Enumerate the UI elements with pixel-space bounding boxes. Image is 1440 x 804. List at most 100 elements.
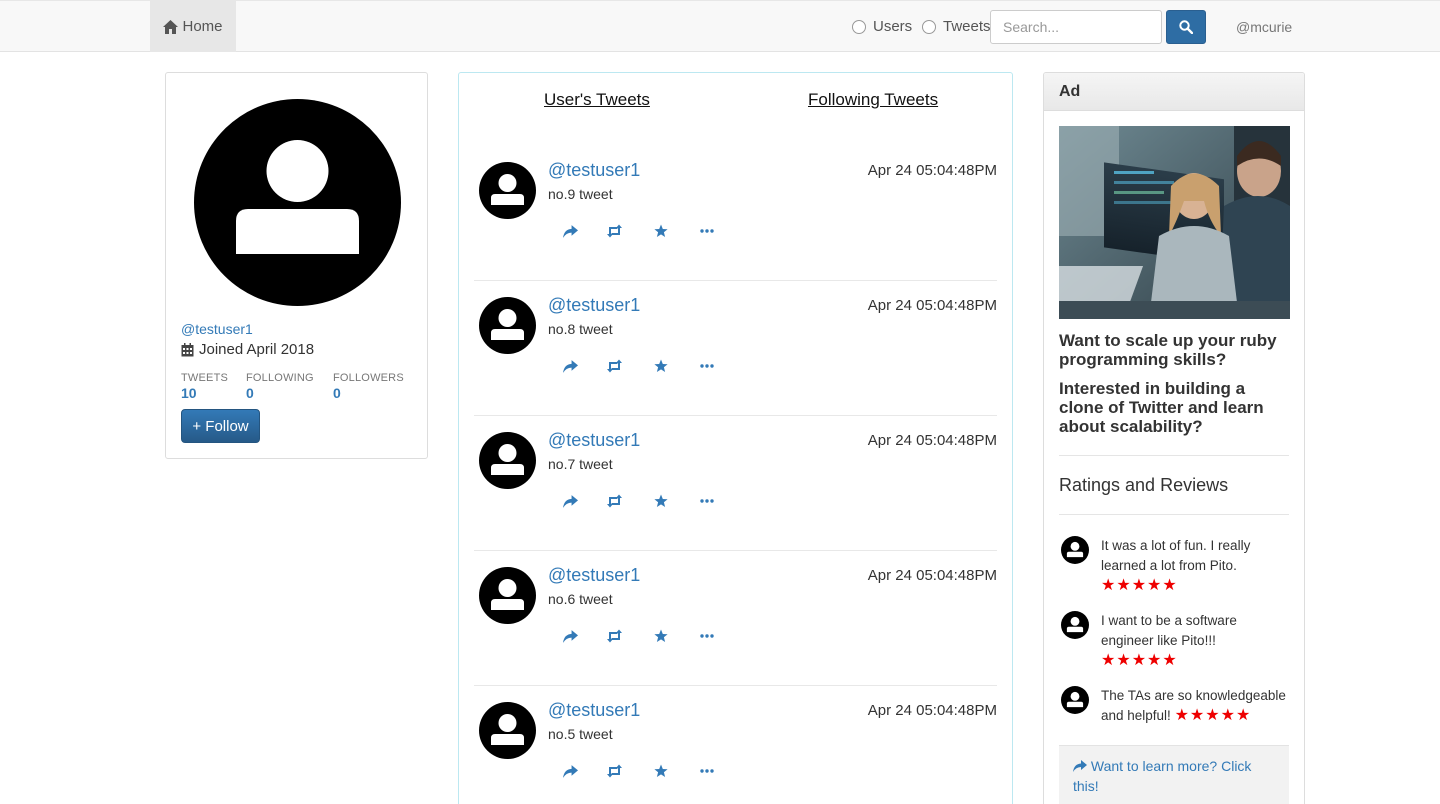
tweet-text: no.9 tweet: [548, 186, 613, 202]
tweet-timestamp: Apr 24 05:04:48PM: [867, 567, 997, 584]
star-icon: ★: [1116, 652, 1132, 669]
tweet-text: no.7 tweet: [548, 456, 613, 472]
tweet-username[interactable]: @testuser1: [548, 430, 640, 451]
retweet-button[interactable]: [605, 492, 623, 510]
tweet-item: @testuser1 Apr 24 05:04:48PM no.7 tweet: [474, 416, 997, 551]
more-button[interactable]: [698, 357, 716, 375]
tweet-username[interactable]: @testuser1: [548, 700, 640, 721]
retweet-button[interactable]: [605, 627, 623, 645]
more-button[interactable]: [698, 222, 716, 240]
learn-more-text: Want to learn more? Click this!: [1073, 758, 1252, 794]
nav-home-label: Home: [182, 18, 223, 35]
tweet-avatar[interactable]: [479, 702, 536, 759]
nav-home-link[interactable]: Home: [150, 1, 236, 52]
retweet-icon: [606, 494, 622, 508]
retweet-button[interactable]: [605, 762, 623, 780]
ad-image[interactable]: [1059, 126, 1290, 319]
tweet-username[interactable]: @testuser1: [548, 295, 640, 316]
stat-followers[interactable]: FOLLOWERS 0: [333, 372, 404, 401]
reply-button[interactable]: [561, 222, 579, 240]
follow-button[interactable]: + Follow: [181, 409, 260, 443]
profile-avatar: [194, 99, 401, 306]
star-icon: ★: [1162, 577, 1178, 594]
retweet-button[interactable]: [605, 222, 623, 240]
tweet-timestamp: Apr 24 05:04:48PM: [867, 297, 997, 314]
reply-button[interactable]: [561, 627, 579, 645]
tweet-timestamp: Apr 24 05:04:48PM: [867, 162, 997, 179]
tab-users-tweets[interactable]: User's Tweets: [544, 90, 650, 110]
ad-divider: [1059, 514, 1289, 515]
star-icon: ★: [1205, 707, 1221, 724]
reply-icon: [562, 224, 578, 238]
star-icon: ★: [1131, 652, 1148, 669]
calendar-icon: [181, 342, 194, 356]
ad-headline-2: Interested in building a clone of Twitte…: [1059, 379, 1264, 436]
nav-username[interactable]: @mcurie: [1236, 1, 1292, 52]
star-icon: ★: [1147, 652, 1163, 669]
ad-divider: [1059, 455, 1289, 456]
tab-following-tweets[interactable]: Following Tweets: [808, 90, 938, 110]
star-button[interactable]: [652, 357, 670, 375]
more-button[interactable]: [698, 762, 716, 780]
tweet-avatar[interactable]: [479, 162, 536, 219]
radio-users[interactable]: Users: [852, 1, 912, 52]
tweet-timestamp: Apr 24 05:04:48PM: [867, 702, 997, 719]
user-icon: [1066, 541, 1084, 558]
retweet-icon: [606, 764, 622, 778]
search-icon: [1179, 20, 1193, 34]
search-input[interactable]: [990, 10, 1162, 44]
stat-tweets[interactable]: TWEETS 10: [181, 372, 228, 401]
tweet-username[interactable]: @testuser1: [548, 160, 640, 181]
home-icon: [163, 19, 179, 34]
radio-tweets-circle[interactable]: [922, 19, 936, 34]
star-icon: [654, 359, 668, 372]
reply-icon: [562, 494, 578, 508]
review-text-block: It was a lot of fun. I really learned a …: [1101, 536, 1289, 596]
review-text: It was a lot of fun. I really learned a …: [1101, 538, 1251, 573]
tweet-timestamp: Apr 24 05:04:48PM: [867, 432, 997, 449]
star-button[interactable]: [652, 762, 670, 780]
stat-value: 0: [333, 385, 341, 401]
star-icon: ★: [1116, 577, 1132, 594]
star-button[interactable]: [652, 222, 670, 240]
stat-value: 0: [246, 385, 254, 401]
ad-headline-1: Want to scale up your ruby programming s…: [1059, 331, 1277, 369]
more-button[interactable]: [698, 492, 716, 510]
user-icon: [1066, 691, 1084, 708]
star-icon: ★: [1131, 577, 1148, 594]
star-icon: [654, 764, 668, 777]
learn-more-link[interactable]: Want to learn more? Click this!: [1059, 745, 1289, 804]
profile-joined-text: Joined April 2018: [199, 341, 315, 358]
tweet-item: @testuser1 Apr 24 05:04:48PM no.9 tweet: [474, 146, 997, 281]
retweet-button[interactable]: [605, 357, 623, 375]
radio-tweets[interactable]: Tweets: [922, 1, 991, 52]
reply-button[interactable]: [561, 762, 579, 780]
reply-button[interactable]: [561, 492, 579, 510]
star-button[interactable]: [652, 627, 670, 645]
tweet-avatar[interactable]: [479, 297, 536, 354]
more-button[interactable]: [698, 627, 716, 645]
review-avatar: [1061, 686, 1089, 714]
star-button[interactable]: [652, 492, 670, 510]
more-icon: [700, 769, 714, 773]
stat-value: 10: [181, 385, 197, 401]
more-icon: [700, 229, 714, 233]
more-icon: [700, 499, 714, 503]
ad-panel: Ad Want to scale up your ruby programmin…: [1043, 72, 1305, 804]
profile-handle[interactable]: @testuser1: [181, 321, 253, 337]
tweet-avatar[interactable]: [479, 432, 536, 489]
radio-users-circle[interactable]: [852, 19, 866, 34]
reply-button[interactable]: [561, 357, 579, 375]
stat-following[interactable]: FOLLOWING 0: [246, 372, 314, 401]
tweet-username[interactable]: @testuser1: [548, 565, 640, 586]
star-icon: ★: [1174, 707, 1190, 724]
tweet-text: no.6 tweet: [548, 591, 613, 607]
star-icon: [654, 494, 668, 507]
radio-tweets-label: Tweets: [943, 18, 991, 35]
review-avatar: [1061, 611, 1089, 639]
tweet-avatar[interactable]: [479, 567, 536, 624]
more-icon: [700, 634, 714, 638]
star-icon: ★: [1147, 577, 1163, 594]
star-icon: ★: [1189, 707, 1206, 724]
search-button[interactable]: [1166, 10, 1206, 44]
